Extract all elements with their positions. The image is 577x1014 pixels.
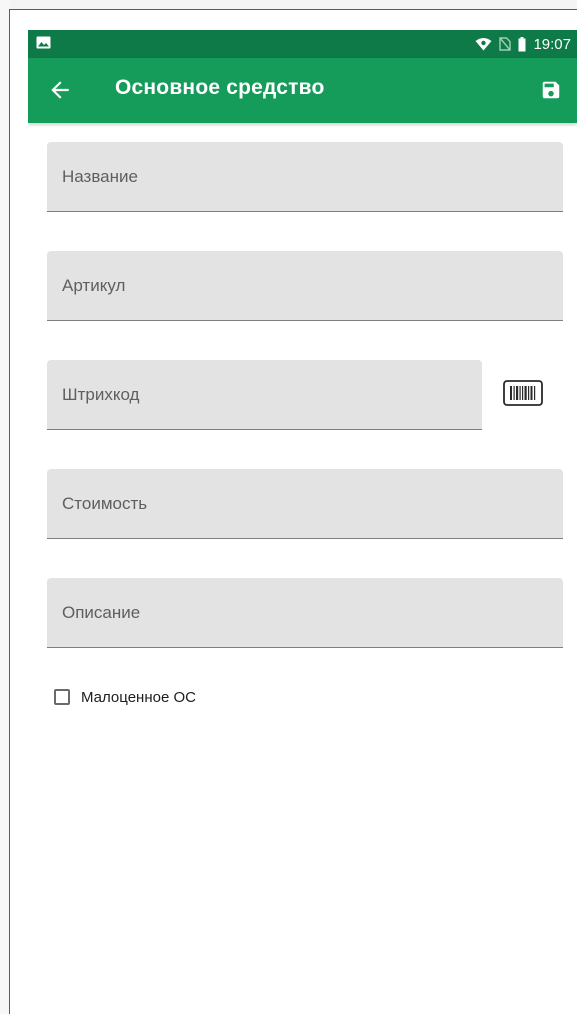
wifi-icon xyxy=(475,38,492,51)
device-bezel-line-top xyxy=(9,9,577,10)
save-icon[interactable] xyxy=(540,79,562,101)
status-time: 19:07 xyxy=(533,35,571,53)
name-input[interactable] xyxy=(47,142,563,211)
app-bar: Основное средство xyxy=(28,58,577,123)
no-sim-icon xyxy=(499,37,512,51)
low-value-checkbox-row[interactable]: Малоценное ОС xyxy=(54,685,196,709)
name-field xyxy=(47,142,563,212)
low-value-checkbox[interactable] xyxy=(54,689,70,705)
barcode-field xyxy=(47,360,482,430)
status-bar: 19:07 xyxy=(28,30,577,58)
description-field xyxy=(47,578,563,648)
article-input[interactable] xyxy=(47,251,563,320)
app-screen: 19:07 Основное средство Название Артикул… xyxy=(28,30,577,1014)
barcode-icon[interactable] xyxy=(503,380,543,406)
cost-input[interactable] xyxy=(47,469,563,538)
arrow-back-icon[interactable] xyxy=(47,77,73,103)
barcode-input[interactable] xyxy=(47,360,482,429)
article-field xyxy=(47,251,563,321)
image-icon xyxy=(36,36,51,49)
status-icons: 19:07 xyxy=(475,34,571,54)
description-input[interactable] xyxy=(47,578,563,647)
device-bezel-line-left xyxy=(9,10,10,1014)
cost-field xyxy=(47,469,563,539)
battery-icon xyxy=(518,36,526,51)
device-frame: 19:07 Основное средство Название Артикул… xyxy=(0,0,577,1014)
low-value-label: Малоценное ОС xyxy=(81,688,196,706)
page-title: Основное средство xyxy=(115,76,325,99)
